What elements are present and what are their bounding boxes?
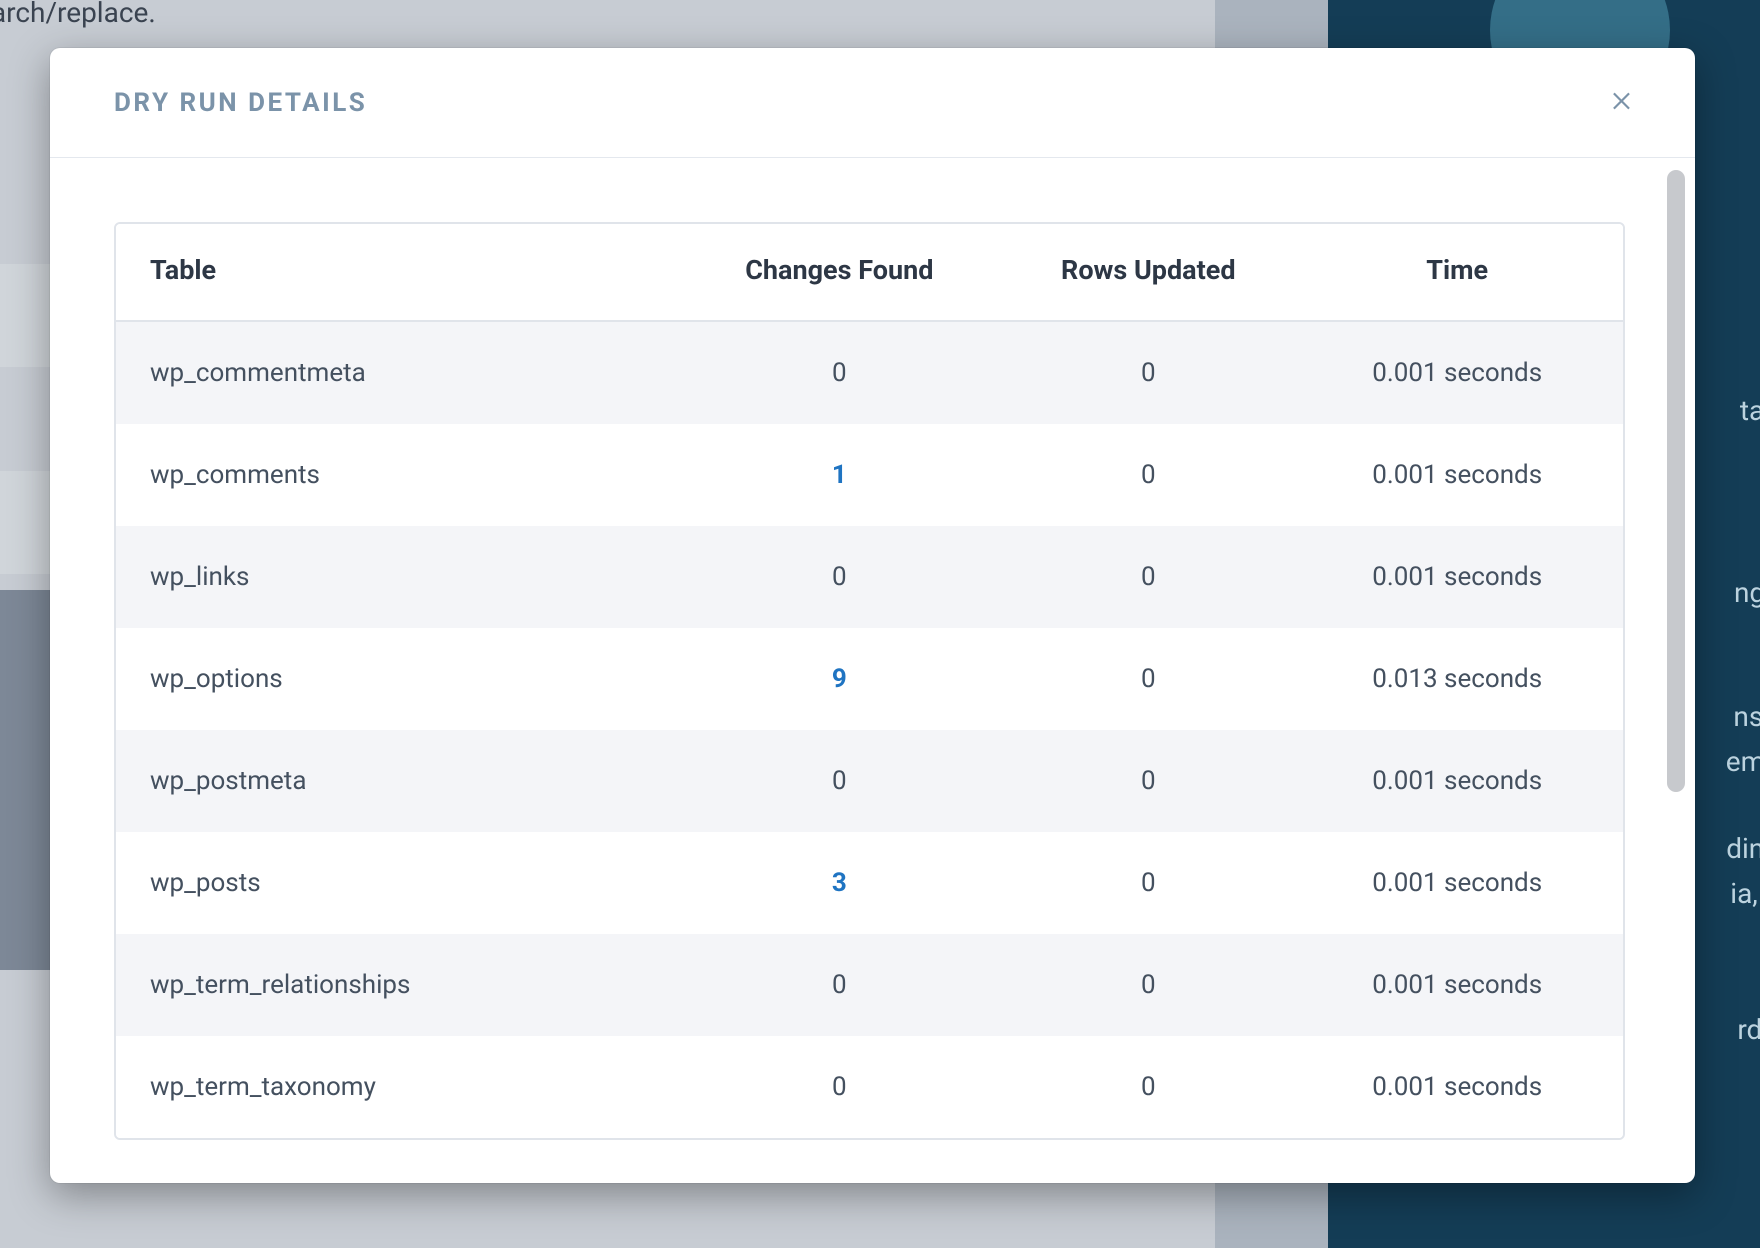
cell-table-name: wp_term_relationships xyxy=(116,934,674,1036)
col-header-time: Time xyxy=(1291,224,1623,321)
cell-changes-found[interactable]: 9 xyxy=(674,628,1006,730)
cell-rows-updated: 0 xyxy=(1005,628,1291,730)
cell-time: 0.001 seconds xyxy=(1291,1036,1623,1138)
table-row: wp_posts 3 00.001 seconds xyxy=(116,832,1623,934)
cell-table-name: wp_options xyxy=(116,628,674,730)
cell-rows-updated: 0 xyxy=(1005,424,1291,526)
table-row: wp_postmeta000.001 seconds xyxy=(116,730,1623,832)
cell-changes-found: 0 xyxy=(674,321,1006,424)
backdrop-right-fragment: ding xyxy=(1726,832,1760,865)
cell-time: 0.001 seconds xyxy=(1291,526,1623,628)
cell-rows-updated: 0 xyxy=(1005,730,1291,832)
cell-changes-found: 0 xyxy=(674,526,1006,628)
results-table: Table Changes Found Rows Updated Time wp… xyxy=(116,224,1623,1138)
cell-rows-updated: 0 xyxy=(1005,1036,1291,1138)
close-button[interactable] xyxy=(1603,83,1643,123)
cell-changes-found[interactable]: 1 xyxy=(674,424,1006,526)
cell-table-name: wp_postmeta xyxy=(116,730,674,832)
table-header-row: Table Changes Found Rows Updated Time xyxy=(116,224,1623,321)
cell-table-name: wp_comments xyxy=(116,424,674,526)
cell-rows-updated: 0 xyxy=(1005,934,1291,1036)
col-header-table: Table xyxy=(116,224,674,321)
changes-link[interactable]: 1 xyxy=(832,460,847,490)
table-row: wp_options 9 00.013 seconds xyxy=(116,628,1623,730)
table-row: wp_term_relationships000.001 seconds xyxy=(116,934,1623,1036)
cell-time: 0.001 seconds xyxy=(1291,424,1623,526)
backdrop-right-fragment: rdP xyxy=(1737,1013,1760,1046)
cell-rows-updated: 0 xyxy=(1005,526,1291,628)
cell-table-name: wp_commentmeta xyxy=(116,321,674,424)
backdrop-right-fragment: eme xyxy=(1726,745,1760,778)
cell-table-name: wp_links xyxy=(116,526,674,628)
cell-rows-updated: 0 xyxy=(1005,321,1291,424)
cell-changes-found[interactable]: 3 xyxy=(674,832,1006,934)
backdrop-right-fragment: tab xyxy=(1740,394,1760,427)
backdrop-right-fragment: nge xyxy=(1734,576,1760,609)
changes-link[interactable]: 3 xyxy=(832,868,847,898)
cell-rows-updated: 0 xyxy=(1005,832,1291,934)
table-row: wp_comments 1 00.001 seconds xyxy=(116,424,1623,526)
modal-body: Table Changes Found Rows Updated Time wp… xyxy=(50,158,1695,1183)
cell-changes-found: 0 xyxy=(674,730,1006,832)
cell-time: 0.001 seconds xyxy=(1291,934,1623,1036)
backdrop-right-fragment: ia, a xyxy=(1730,877,1760,910)
col-header-rows: Rows Updated xyxy=(1005,224,1291,321)
cell-table-name: wp_term_taxonomy xyxy=(116,1036,674,1138)
results-table-wrap: Table Changes Found Rows Updated Time wp… xyxy=(114,222,1625,1140)
cell-time: 0.013 seconds xyxy=(1291,628,1623,730)
cell-changes-found: 0 xyxy=(674,934,1006,1036)
dry-run-modal: DRY RUN DETAILS Table Changes Found Rows… xyxy=(50,48,1695,1183)
cell-changes-found: 0 xyxy=(674,1036,1006,1138)
modal-title: DRY RUN DETAILS xyxy=(114,88,367,118)
col-header-changes: Changes Found xyxy=(674,224,1006,321)
backdrop-right-fragment: ns f xyxy=(1733,700,1760,733)
scrollbar-thumb[interactable] xyxy=(1667,170,1685,792)
cell-time: 0.001 seconds xyxy=(1291,321,1623,424)
backdrop-text-top: o run the search/replace. xyxy=(0,0,156,29)
table-row: wp_links000.001 seconds xyxy=(116,526,1623,628)
table-row: wp_commentmeta000.001 seconds xyxy=(116,321,1623,424)
table-row: wp_term_taxonomy000.001 seconds xyxy=(116,1036,1623,1138)
close-icon xyxy=(1610,88,1636,118)
cell-time: 0.001 seconds xyxy=(1291,730,1623,832)
modal-header: DRY RUN DETAILS xyxy=(50,48,1695,158)
scrollbar-track[interactable] xyxy=(1667,170,1685,1173)
cell-time: 0.001 seconds xyxy=(1291,832,1623,934)
changes-link[interactable]: 9 xyxy=(832,664,847,694)
cell-table-name: wp_posts xyxy=(116,832,674,934)
